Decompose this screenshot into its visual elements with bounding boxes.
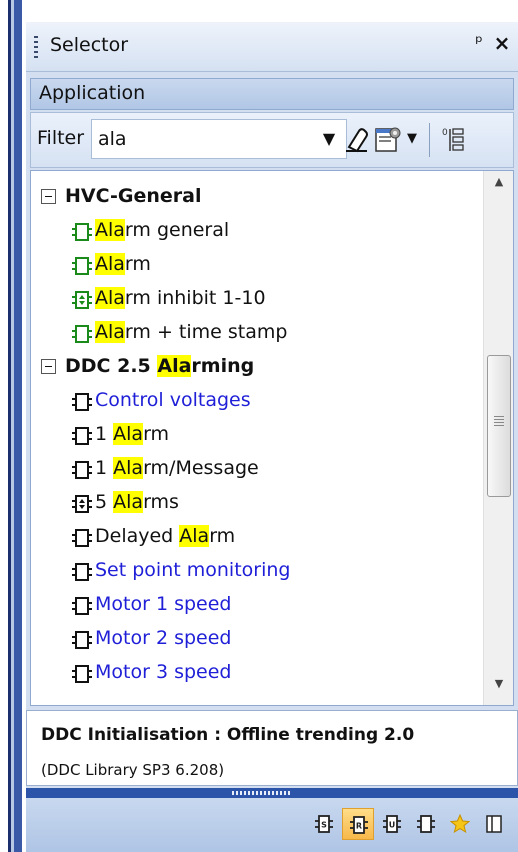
plain-block-icon[interactable] [410,808,442,840]
svg-text:S: S [321,821,327,830]
vertical-scrollbar[interactable]: ▲ ▼ [483,171,513,705]
tree-item-row[interactable]: 1 Alarm/Message [31,453,483,487]
filter-label: Filter [37,127,85,149]
function-block-icon [71,459,93,481]
tree-item-row[interactable]: Alarm inhibit 1-10 [31,283,483,317]
tree-item-label: Control voltages [95,389,251,411]
scroll-thumb[interactable] [487,355,511,497]
bottom-toolbar: SRU [26,798,518,852]
clear-filter-icon[interactable] [343,125,371,155]
tree-item-label: Alarm [95,253,151,275]
filter-toolbar: Filter ▼ ▼ 0 [30,112,514,168]
tree-item-row[interactable]: 5 Alarms [31,487,483,521]
filter-input[interactable] [91,119,347,159]
tree-item-label: Alarm + time stamp [95,321,288,343]
svg-text:0: 0 [442,128,448,138]
tree-item-row[interactable]: Alarm [31,249,483,283]
scroll-down-arrow-icon[interactable]: ▼ [484,677,513,701]
tree-item-row[interactable]: Alarm + time stamp [31,317,483,351]
panel-layout-icon[interactable] [478,808,510,840]
tree-group-row[interactable]: DDC 2.5 Alarming [31,351,483,385]
tree-item-label: Alarm inhibit 1-10 [95,287,266,309]
favorites-star-icon[interactable] [444,808,476,840]
function-block-icon [71,527,93,549]
tree-item-label: Set point monitoring [95,559,291,581]
function-block-icon [71,221,93,243]
toolbar-separator [429,123,430,157]
function-block-icon [71,629,93,651]
s-block-icon[interactable]: S [308,808,340,840]
svg-text:R: R [356,822,362,831]
function-block-icon [71,595,93,617]
tree-group-row[interactable]: HVC-General [31,181,483,215]
selector-panel: Selector ᵖ × Application Filter ▼ ▼ [26,22,518,852]
properties-dropdown-icon[interactable]: ▼ [404,125,420,153]
tree-item-label: 1 Alarm/Message [95,457,259,479]
filter-dropdown-icon[interactable]: ▼ [317,125,341,153]
tree-item-row[interactable]: Motor 2 speed [31,623,483,657]
panel-title-bar[interactable]: Selector ᵖ × [26,22,518,72]
function-block-icon [71,663,93,685]
close-icon[interactable]: × [492,31,512,55]
collapse-icon[interactable] [41,359,56,374]
info-subtitle: (DDC Library SP3 6.208) [41,761,225,779]
info-title: DDC Initialisation : Offline trending 2.… [41,725,415,745]
application-tree[interactable]: HVC-General Alarm general Alarm Alarm inhib… [30,170,514,706]
tree-item-label: Alarm general [95,219,230,241]
function-block-icon [71,561,93,583]
collapse-icon[interactable] [41,189,56,204]
multi-block-icon [71,493,93,515]
multi-block-icon [71,289,93,311]
function-block-icon [71,391,93,413]
tree-item-row[interactable]: Motor 1 speed [31,589,483,623]
tree-item-label: 1 Alarm [95,423,170,445]
function-block-icon [71,323,93,345]
tree-group-label: HVC-General [65,185,202,207]
tree-item-row[interactable]: Alarm general [31,215,483,249]
tree-item-label: Motor 2 speed [95,627,232,649]
tree-group-label: DDC 2.5 Alarming [65,355,255,377]
function-block-icon [71,425,93,447]
tree-item-label: 5 Alarms [95,491,179,513]
drag-grip[interactable] [34,36,38,60]
function-block-icon [71,255,93,277]
tree-item-row[interactable]: 1 Alarm [31,419,483,453]
svg-text:U: U [389,821,396,830]
scroll-up-arrow-icon[interactable]: ▲ [484,175,513,199]
tree-item-label: Delayed Alarm [95,525,236,547]
info-panel: DDC Initialisation : Offline trending 2.… [26,710,518,786]
tree-item-row[interactable]: Set point monitoring [31,555,483,589]
panel-title: Selector [50,34,129,56]
application-label: Application [39,82,146,104]
tree-item-label: Motor 3 speed [95,661,232,683]
u-block-icon[interactable]: U [376,808,408,840]
pin-icon[interactable]: ᵖ [470,32,488,56]
tree-item-label: Motor 1 speed [95,593,232,615]
tree-item-row[interactable]: Control voltages [31,385,483,419]
tree-view-icon[interactable]: 0 [441,123,469,155]
panel-splitter[interactable] [26,788,518,798]
tree-item-row[interactable]: Motor 3 speed [31,657,483,691]
tree-item-row[interactable]: Delayed Alarm [31,521,483,555]
properties-icon[interactable] [373,123,403,155]
r-block-icon[interactable]: R [342,808,374,840]
window-left-border [0,0,26,852]
application-header[interactable]: Application [30,78,514,110]
